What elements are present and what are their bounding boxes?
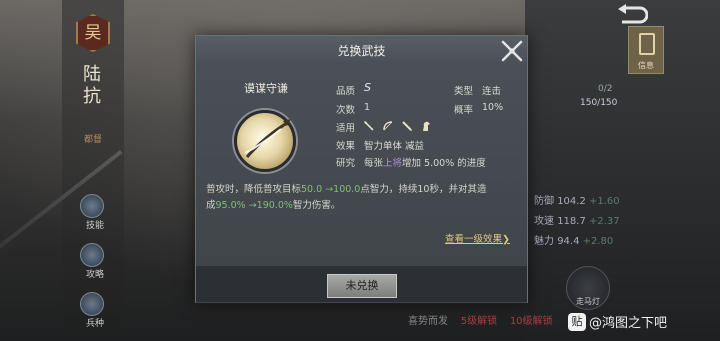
stat-plus: +1.60 — [589, 196, 620, 207]
rate-label: 概率 — [454, 105, 474, 116]
stat-label: 攻速 — [534, 216, 554, 227]
desc-value-2: 95.0% →190.0% — [215, 200, 293, 211]
side-label-skill: 技能 — [86, 221, 105, 231]
side-label-troop: 兵种 — [86, 319, 105, 329]
back-button[interactable] — [614, 4, 654, 26]
unlock-level-5: 5级解锁 — [460, 316, 498, 327]
skill-icon — [234, 110, 296, 172]
stat-label: 防御 — [534, 196, 554, 207]
unexchanged-button[interactable]: 未兑换 — [327, 274, 397, 298]
hero-title: 都督 — [84, 135, 103, 145]
skill-tab-icon[interactable] — [80, 194, 104, 218]
stat-row-speed: 攻速 118.7 +2.37 — [534, 212, 620, 227]
stat-label: 魅力 — [534, 236, 554, 247]
close-icon — [501, 40, 523, 62]
research-suffix: 增加 5.00% 的进度 — [402, 158, 486, 169]
carousel-button[interactable]: 走马灯 — [566, 266, 610, 310]
spear-sweep-icon — [244, 119, 291, 158]
research-value: 每张上将增加 5.00% 的进度 — [364, 155, 486, 169]
desc-value-1: 50.0 →100.0 — [301, 184, 361, 195]
right-panel-background — [525, 0, 720, 341]
info-button-label: 信息 — [638, 61, 654, 70]
chevron-right-icon: ❯ — [502, 234, 510, 245]
stat-value: 104.2 — [557, 196, 586, 207]
desc-part-2: 点智力，持续10秒，并对其造 — [360, 184, 487, 195]
type-label: 类型 — [454, 86, 474, 97]
hp-counter: 150/150 — [580, 98, 618, 108]
research-highlight: 上将 — [383, 158, 403, 169]
link-text: 查看一级效果 — [445, 234, 503, 245]
stat-value: 94.4 — [557, 236, 580, 247]
count-value: 1 — [364, 102, 371, 113]
back-arrow-icon — [618, 4, 649, 24]
skill-description: 普攻时，降低普攻目标50.0 →100.0点智力，持续10秒，并对其造成95.0… — [206, 182, 520, 214]
desc-part-1: 普攻时，降低普攻目标 — [206, 184, 302, 195]
desc-part-4: 智力伤害。 — [292, 200, 341, 211]
tieba-logo-icon: 贴 — [568, 312, 586, 331]
applicable-label: 适用 — [336, 123, 356, 134]
watermark-text: @鸿图之下吧 — [589, 316, 668, 331]
horse-icon — [420, 120, 432, 132]
bottom-skill-name: 喜势而发 — [408, 316, 448, 327]
hero-name: 陆抗 — [83, 64, 101, 107]
bottom-skill-strip: 喜势而发 5级解锁 10级解锁 — [408, 312, 553, 327]
stat-plus: +2.80 — [582, 236, 614, 247]
bow-icon — [382, 120, 394, 132]
effect-label: 效果 — [336, 141, 356, 152]
research-prefix: 每张 — [364, 158, 384, 169]
quality-label: 品质 — [336, 86, 356, 97]
count-label: 次数 — [336, 105, 356, 116]
top-counter: 0/2 — [598, 84, 613, 94]
guide-tab-icon[interactable] — [80, 243, 104, 267]
close-button[interactable] — [500, 39, 524, 63]
troop-tab-icon[interactable] — [80, 292, 104, 316]
blade-icon — [401, 120, 413, 132]
dialog-title: 兑换武技 — [196, 36, 527, 66]
type-value: 连击 — [482, 86, 502, 97]
stat-value: 118.7 — [557, 216, 586, 227]
skill-name: 谟谋守谦 — [244, 82, 288, 95]
unlock-level-10: 10级解锁 — [509, 316, 553, 327]
stat-row-defense: 防御 104.2 +1.60 — [534, 192, 620, 207]
stat-row-charm: 魅力 94.4 +2.80 — [534, 232, 613, 247]
carousel-button-label: 走马灯 — [576, 297, 600, 306]
watermark: 贴 @鸿图之下吧 — [568, 312, 718, 334]
research-label: 研究 — [336, 158, 356, 169]
info-button[interactable]: 信息 — [628, 26, 664, 74]
scroll-icon — [639, 33, 655, 55]
effect-value: 智力单体 减益 — [364, 141, 425, 152]
desc-part-3: 成 — [206, 200, 216, 211]
spear-icon — [363, 120, 375, 132]
side-label-guide: 攻略 — [86, 270, 105, 280]
stat-plus: +2.37 — [589, 216, 620, 227]
rate-value: 10% — [482, 102, 504, 113]
view-level-one-link[interactable]: 查看一级效果❯ — [445, 231, 510, 245]
exchange-skill-dialog: 兑换武技 谟谋守谦 品质 S 类型 连击 次数 1 概率 10% 适用 效果 智… — [195, 35, 528, 304]
quality-value: S — [364, 81, 371, 94]
